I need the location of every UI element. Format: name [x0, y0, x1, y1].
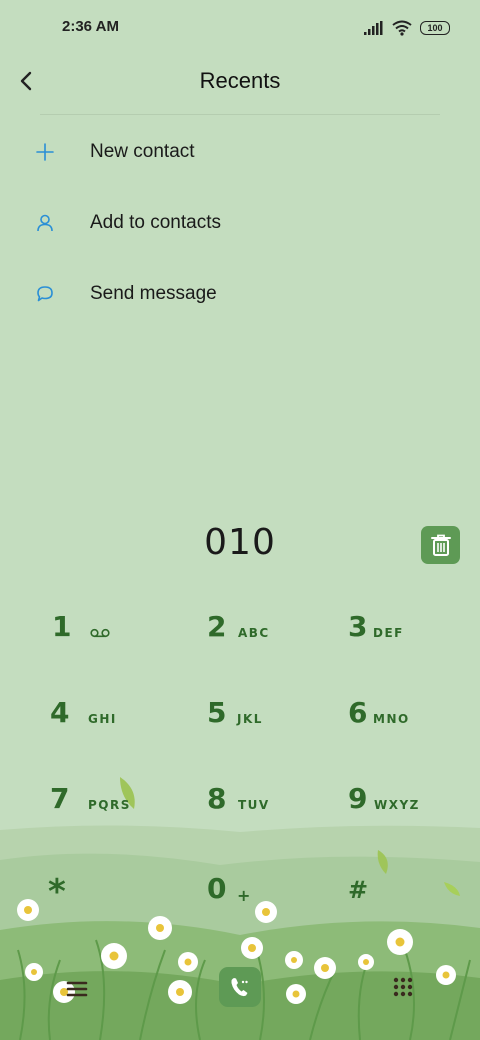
key-digit: 2 [207, 610, 227, 643]
key-letters: GHI [88, 712, 117, 726]
key-letters: WXYZ [374, 798, 420, 812]
person-icon [34, 212, 56, 234]
key-digit: 1 [52, 610, 72, 643]
key-letters: JKL [237, 712, 263, 726]
key-hash[interactable]: # [310, 848, 460, 928]
trash-icon [430, 534, 451, 556]
action-list: New contact Add to contacts Send message [0, 116, 480, 329]
battery-icon: 100 [420, 21, 450, 35]
key-8[interactable]: 8 TUV [165, 762, 315, 842]
key-letters: DEF [373, 626, 404, 640]
voicemail-icon [90, 628, 110, 638]
phone-icon [231, 978, 248, 997]
action-label: New contact [90, 140, 195, 162]
key-6[interactable]: 6 MNO [310, 676, 460, 756]
plus-icon [34, 141, 56, 163]
status-icons: 100 [364, 18, 450, 38]
header-divider [40, 114, 440, 115]
key-letters: TUV [238, 798, 270, 812]
dialpad-toggle-button[interactable] [390, 974, 416, 1000]
status-bar: 2:36 AM 100 [0, 0, 480, 56]
call-button[interactable] [219, 967, 261, 1007]
key-9[interactable]: 9 WXYZ [310, 762, 460, 842]
key-digit: 3 [348, 610, 368, 643]
key-digit: 7 [50, 782, 70, 815]
key-digit: 8 [207, 782, 227, 815]
dialed-number[interactable]: 010 [0, 522, 480, 563]
action-label: Add to contacts [90, 211, 221, 233]
key-2[interactable]: 2 ABC [165, 590, 315, 670]
key-digit: 6 [348, 696, 368, 729]
key-digit: 9 [348, 782, 368, 815]
send-message-action[interactable]: Send message [0, 258, 480, 329]
menu-icon [66, 981, 88, 997]
add-to-contacts-action[interactable]: Add to contacts [0, 187, 480, 258]
status-time: 2:36 AM [62, 18, 119, 35]
key-digit: 0 [207, 872, 227, 905]
key-digit: 4 [50, 696, 70, 729]
key-3[interactable]: 3 DEF [310, 590, 460, 670]
action-label: Send message [90, 282, 217, 304]
key-letters: PQRS [88, 798, 131, 812]
key-4[interactable]: 4 GHI [20, 676, 170, 756]
header: Recents [0, 56, 480, 114]
dialpad-icon [393, 977, 413, 997]
key-digit: 5 [207, 696, 227, 729]
signal-icon [364, 21, 383, 35]
bottom-bar [0, 960, 480, 1020]
wifi-icon [392, 20, 412, 36]
key-letters: + [237, 886, 252, 905]
key-7[interactable]: 7 PQRS [20, 762, 170, 842]
key-letters: ABC [238, 626, 270, 640]
key-1[interactable]: 1 [20, 590, 170, 670]
key-0[interactable]: 0 + [165, 848, 315, 928]
key-letters: MNO [373, 712, 410, 726]
message-bubble-icon [34, 283, 56, 305]
delete-button[interactable] [421, 526, 460, 564]
page-title: Recents [199, 68, 281, 93]
key-digit: # [348, 876, 369, 904]
menu-button[interactable] [64, 976, 90, 1002]
new-contact-action[interactable]: New contact [0, 116, 480, 187]
key-digit: * [48, 872, 66, 912]
key-5[interactable]: 5 JKL [165, 676, 315, 756]
key-star[interactable]: * [20, 848, 170, 928]
